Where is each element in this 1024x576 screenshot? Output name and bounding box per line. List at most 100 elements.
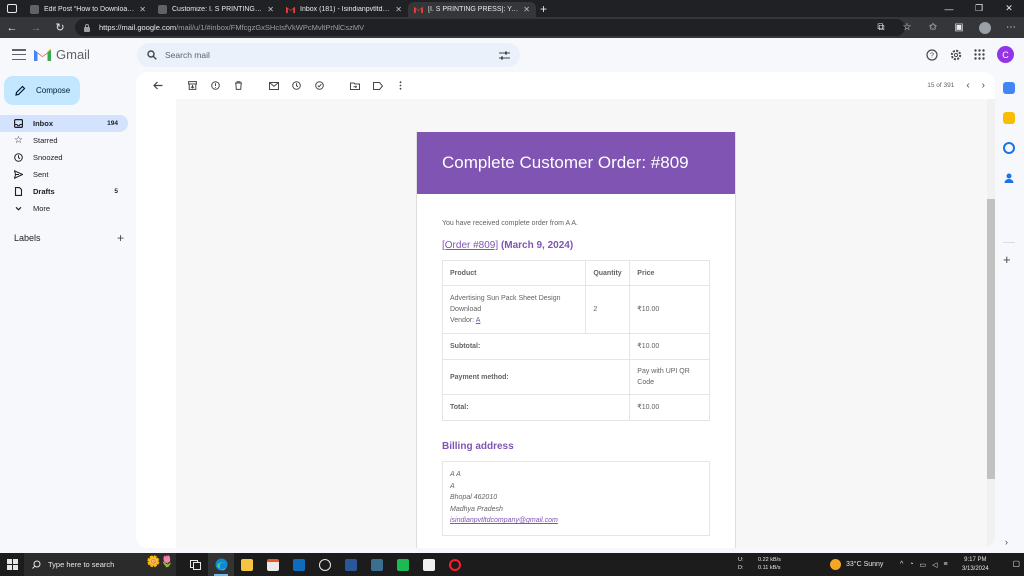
- get-addons-plus-icon[interactable]: +: [1003, 252, 1011, 267]
- collections-icon[interactable]: ▣: [946, 22, 972, 33]
- delete-trash-icon[interactable]: [227, 72, 250, 99]
- taskbar-mail[interactable]: [286, 553, 312, 576]
- new-tab-button[interactable]: +: [540, 2, 547, 17]
- language-icon[interactable]: ≡: [944, 561, 948, 568]
- tab-actions-menu[interactable]: [0, 0, 24, 17]
- billing-address-heading: Billing address: [442, 441, 514, 452]
- close-window-icon[interactable]: ✕: [994, 0, 1024, 17]
- tab-close-icon[interactable]: ✕: [267, 5, 274, 14]
- favorites-icon[interactable]: ✩: [920, 22, 946, 33]
- billing-email-link[interactable]: isindianpvtltdcompany@gmail.com: [450, 515, 702, 527]
- search-icon[interactable]: [147, 50, 157, 60]
- taskbar-store[interactable]: [260, 553, 286, 576]
- opera-browser-icon: [449, 558, 461, 571]
- archive-icon[interactable]: [181, 72, 204, 99]
- extension-icon[interactable]: ⧉: [868, 22, 894, 33]
- minimize-icon[interactable]: —: [934, 0, 964, 17]
- url-host: https://mail.google.com: [99, 23, 177, 32]
- order-date: (March 9, 2024): [500, 240, 574, 251]
- newer-chevron-left-icon[interactable]: ‹: [966, 80, 969, 91]
- side-panel-rail: + ›: [995, 72, 1024, 553]
- taskbar-clock[interactable]: 9:17 PM 3/13/2024: [962, 556, 989, 573]
- sidebar-item-starred[interactable]: ☆ Starred: [0, 132, 128, 149]
- site-info-icon[interactable]: [83, 23, 91, 32]
- more-options-icon[interactable]: [389, 72, 412, 99]
- main-menu-icon[interactable]: [12, 49, 26, 61]
- address-bar[interactable]: https://mail.google.com/mail/u/1/#inbox/…: [75, 19, 905, 36]
- contacts-icon[interactable]: [1003, 172, 1015, 184]
- sidebar-item-sent[interactable]: Sent: [0, 166, 128, 183]
- vendor-link[interactable]: A: [476, 317, 481, 324]
- sidebar-item-more[interactable]: More: [0, 200, 128, 217]
- weather-text: 33°C Sunny: [846, 561, 884, 568]
- notification-center-icon[interactable]: ▢: [1012, 559, 1020, 568]
- compose-button[interactable]: Compose: [4, 76, 80, 105]
- volume-speaker-icon[interactable]: ◁: [932, 561, 937, 569]
- bookmark-star-icon[interactable]: ☆: [894, 22, 920, 33]
- taskbar-edge-browser[interactable]: [208, 553, 234, 576]
- labels-heading: Labels: [14, 233, 41, 243]
- back-icon[interactable]: ←: [0, 17, 24, 38]
- expand-panel-chevron-icon[interactable]: ›: [1005, 537, 1008, 547]
- tab-close-icon[interactable]: ✕: [139, 5, 146, 14]
- taskbar-app-blue[interactable]: [338, 553, 364, 576]
- settings-more-icon[interactable]: ⋯: [998, 22, 1024, 33]
- taskbar-opera[interactable]: [442, 553, 468, 576]
- windows-start-button[interactable]: [0, 553, 24, 576]
- report-spam-icon[interactable]: [204, 72, 227, 99]
- browser-tab-active-email[interactable]: [I. S PRINTING PRESS]: Your custo ✕: [408, 2, 536, 17]
- browser-profile-avatar[interactable]: [979, 21, 991, 34]
- label-tag-icon[interactable]: [366, 72, 389, 99]
- sidebar-item-inbox[interactable]: Inbox 194: [0, 115, 128, 132]
- show-hidden-icons-chevron-icon[interactable]: ^: [900, 561, 903, 568]
- keep-icon[interactable]: [1003, 112, 1015, 124]
- browser-tab-edit-post[interactable]: Edit Post “How to Download Gra ✕: [24, 2, 152, 17]
- taskbar-app-green[interactable]: [390, 553, 416, 576]
- restore-icon[interactable]: ❐: [964, 0, 994, 17]
- tab-close-icon[interactable]: ✕: [395, 5, 402, 14]
- tasks-icon[interactable]: [1003, 142, 1015, 154]
- snooze-icon[interactable]: [285, 72, 308, 99]
- older-chevron-right-icon[interactable]: ›: [982, 80, 985, 91]
- taskbar-pinned-apps: [182, 553, 468, 576]
- taskbar-app-white[interactable]: [416, 553, 442, 576]
- back-to-inbox-icon[interactable]: [146, 72, 169, 99]
- message-scrollbar-thumb[interactable]: [987, 199, 995, 479]
- battery-icon[interactable]: ▭: [920, 561, 927, 569]
- network-speed-meter: U: 0.22 kB/s D: 0.11 kB/s: [738, 556, 781, 572]
- task-view-button[interactable]: [182, 553, 208, 576]
- help-icon[interactable]: ?: [926, 48, 938, 61]
- forward-icon[interactable]: →: [24, 17, 48, 38]
- account-avatar[interactable]: C: [997, 46, 1014, 63]
- tab-title: Inbox (181) - Isindianpvtltdcompa: [300, 6, 390, 13]
- upload-speed: 0.22 kB/s: [758, 557, 781, 563]
- calendar-icon[interactable]: [1003, 82, 1015, 94]
- pager-text: 15 of 391: [927, 82, 955, 89]
- weather-widget[interactable]: 33°C Sunny: [830, 553, 883, 576]
- taskbar-file-explorer[interactable]: [234, 553, 260, 576]
- sidebar-item-snoozed[interactable]: Snoozed: [0, 149, 128, 166]
- create-label-button[interactable]: +: [117, 231, 124, 245]
- apps-grid-icon[interactable]: [974, 49, 985, 60]
- taskbar-search-box[interactable]: Type here to search 🌼🌷: [24, 553, 176, 576]
- settings-gear-icon[interactable]: [950, 49, 962, 61]
- add-to-tasks-icon[interactable]: [308, 72, 331, 99]
- search-mail-bar[interactable]: Search mail: [137, 43, 520, 67]
- taskbar-app-dark[interactable]: [364, 553, 390, 576]
- browser-tab-inbox[interactable]: Inbox (181) - Isindianpvtltdcompa ✕: [280, 2, 408, 17]
- browser-tab-customize[interactable]: Customize: I. S PRINTING PRESS ✕: [152, 2, 280, 17]
- wifi-icon[interactable]: ◔: [909, 561, 913, 568]
- tab-close-icon[interactable]: ✕: [523, 5, 530, 14]
- sidebar-item-drafts[interactable]: Drafts 5: [0, 183, 128, 200]
- email-intro-text: You have received complete order from A …: [442, 220, 578, 227]
- move-to-icon[interactable]: [343, 72, 366, 99]
- search-input[interactable]: Search mail: [165, 50, 491, 60]
- order-number-link[interactable]: [Order #809]: [442, 240, 498, 251]
- mark-unread-icon[interactable]: [262, 72, 285, 99]
- search-options-icon[interactable]: [499, 51, 510, 60]
- taskbar-app-circle[interactable]: [312, 553, 338, 576]
- order-email-card: Complete Customer Order: #809 You have r…: [416, 132, 736, 548]
- reload-icon[interactable]: ↻: [48, 17, 72, 38]
- taskbar-search-input[interactable]: Type here to search: [48, 560, 114, 569]
- gmail-logo[interactable]: Gmail: [34, 47, 90, 62]
